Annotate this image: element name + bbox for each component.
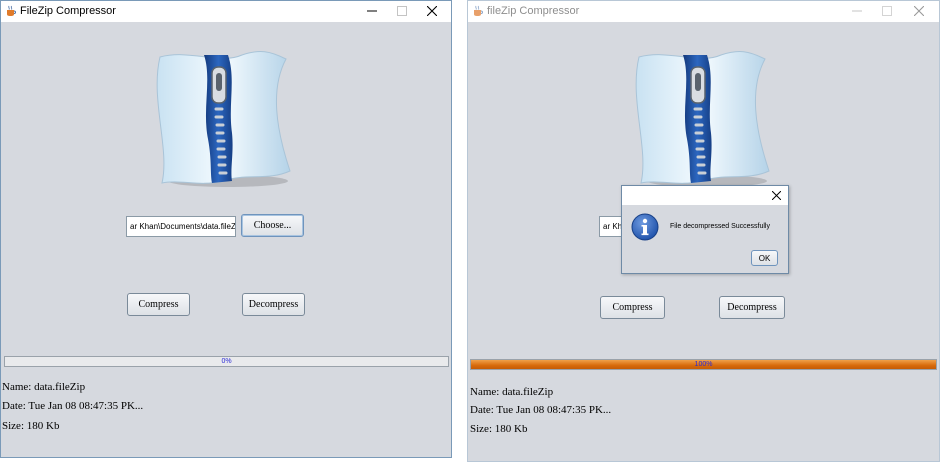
file-name-label: Name: data.fileZip xyxy=(2,381,86,393)
dialog-close-button[interactable] xyxy=(764,186,788,205)
file-path-field[interactable]: ar Khan\Documents\data.fileZip xyxy=(126,216,236,237)
file-size-label: Size: 180 Kb xyxy=(2,420,60,432)
compressor-window-right: fileZip Compressor ar Khan Compress Deco… xyxy=(467,0,940,462)
close-button[interactable] xyxy=(417,1,447,22)
close-icon xyxy=(427,6,437,16)
minimize-button[interactable] xyxy=(842,1,872,22)
file-date-label: Date: Tue Jan 08 08:47:35 PK... xyxy=(470,404,612,416)
maximize-icon xyxy=(397,6,407,16)
file-date-label: Date: Tue Jan 08 08:47:35 PK... xyxy=(2,400,144,412)
zip-file-graphic xyxy=(629,49,779,189)
ok-button[interactable]: OK xyxy=(751,250,778,266)
minimize-button[interactable] xyxy=(357,1,387,22)
maximize-button[interactable] xyxy=(872,1,902,22)
info-icon xyxy=(631,213,659,241)
decompress-button[interactable]: Decompress xyxy=(242,293,305,316)
compressor-window-left: FileZip Compressor ar Khan\Documents\dat… xyxy=(0,0,452,458)
window-title: fileZip Compressor xyxy=(487,5,580,17)
dialog-message: File decompressed Successfully xyxy=(670,223,770,230)
file-name-label: Name: data.fileZip xyxy=(470,386,554,398)
title-bar: FileZip Compressor xyxy=(1,1,451,22)
decompress-button[interactable]: Decompress xyxy=(719,296,785,319)
message-dialog: File decompressed Successfully OK xyxy=(621,185,789,274)
compress-button[interactable]: Compress xyxy=(600,296,665,319)
window-title: FileZip Compressor xyxy=(20,5,116,17)
close-button[interactable] xyxy=(904,1,934,22)
progress-text: 0% xyxy=(221,358,232,365)
compress-button[interactable]: Compress xyxy=(127,293,190,316)
progress-bar: 0% xyxy=(4,356,449,367)
dialog-title-bar xyxy=(622,186,788,205)
java-cup-icon xyxy=(474,5,483,16)
close-icon xyxy=(772,191,781,200)
maximize-button[interactable] xyxy=(387,1,417,22)
close-icon xyxy=(914,6,924,16)
title-bar: fileZip Compressor xyxy=(468,1,939,22)
minimize-icon xyxy=(852,10,862,12)
maximize-icon xyxy=(882,6,892,16)
progress-text: 100% xyxy=(694,361,713,368)
java-cup-icon xyxy=(7,5,16,16)
progress-bar: 100% xyxy=(470,359,937,370)
zip-file-graphic xyxy=(150,49,300,189)
choose-button[interactable]: Choose... xyxy=(241,214,304,237)
file-size-label: Size: 180 Kb xyxy=(470,423,528,435)
minimize-icon xyxy=(367,10,377,12)
